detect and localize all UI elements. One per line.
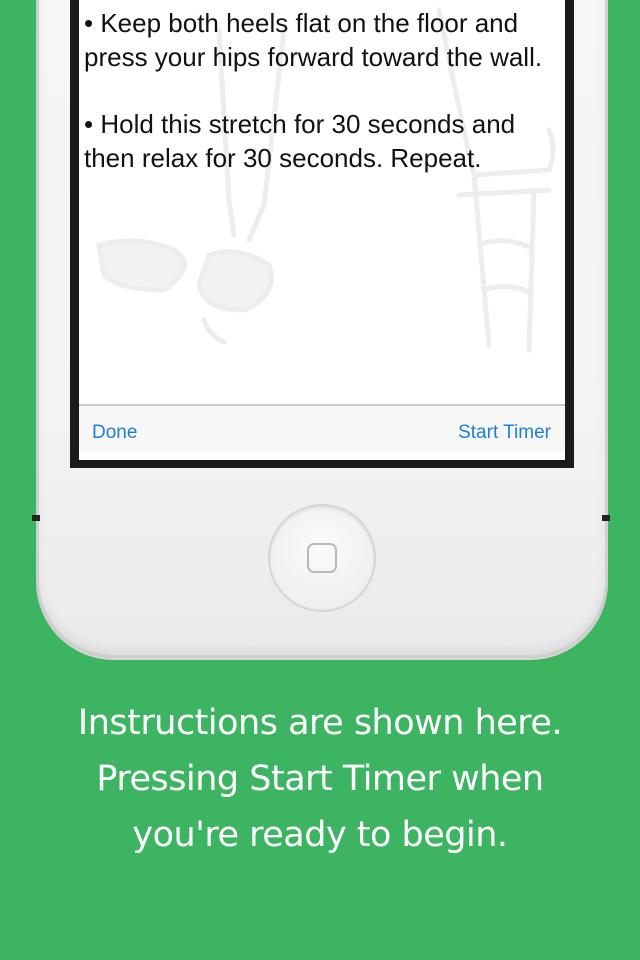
caption-line-2: Pressing Start Timer when (96, 759, 544, 799)
promo-caption: Instructions are shown here. Pressing St… (0, 695, 640, 863)
start-timer-button[interactable]: Start Timer (458, 422, 551, 444)
app-screen: • Keep both heels flat on the floor and … (79, 0, 565, 460)
home-button[interactable] (268, 504, 376, 612)
instruction-paragraph-1: • Keep both heels flat on the floor and … (84, 8, 543, 72)
caption-line-1: Instructions are shown here. (77, 703, 563, 743)
done-button[interactable]: Done (92, 422, 137, 444)
home-button-icon (307, 543, 337, 573)
caption-line-3: you're ready to begin. (132, 815, 508, 855)
instruction-paragraph-2: • Hold this stretch for 30 seconds and t… (84, 109, 516, 173)
bottom-toolbar: Done Start Timer (79, 404, 565, 452)
phone-side-notch-left (32, 515, 40, 521)
instructions-text: • Keep both heels flat on the floor and … (84, 6, 554, 208)
phone-side-notch-right (602, 515, 610, 521)
